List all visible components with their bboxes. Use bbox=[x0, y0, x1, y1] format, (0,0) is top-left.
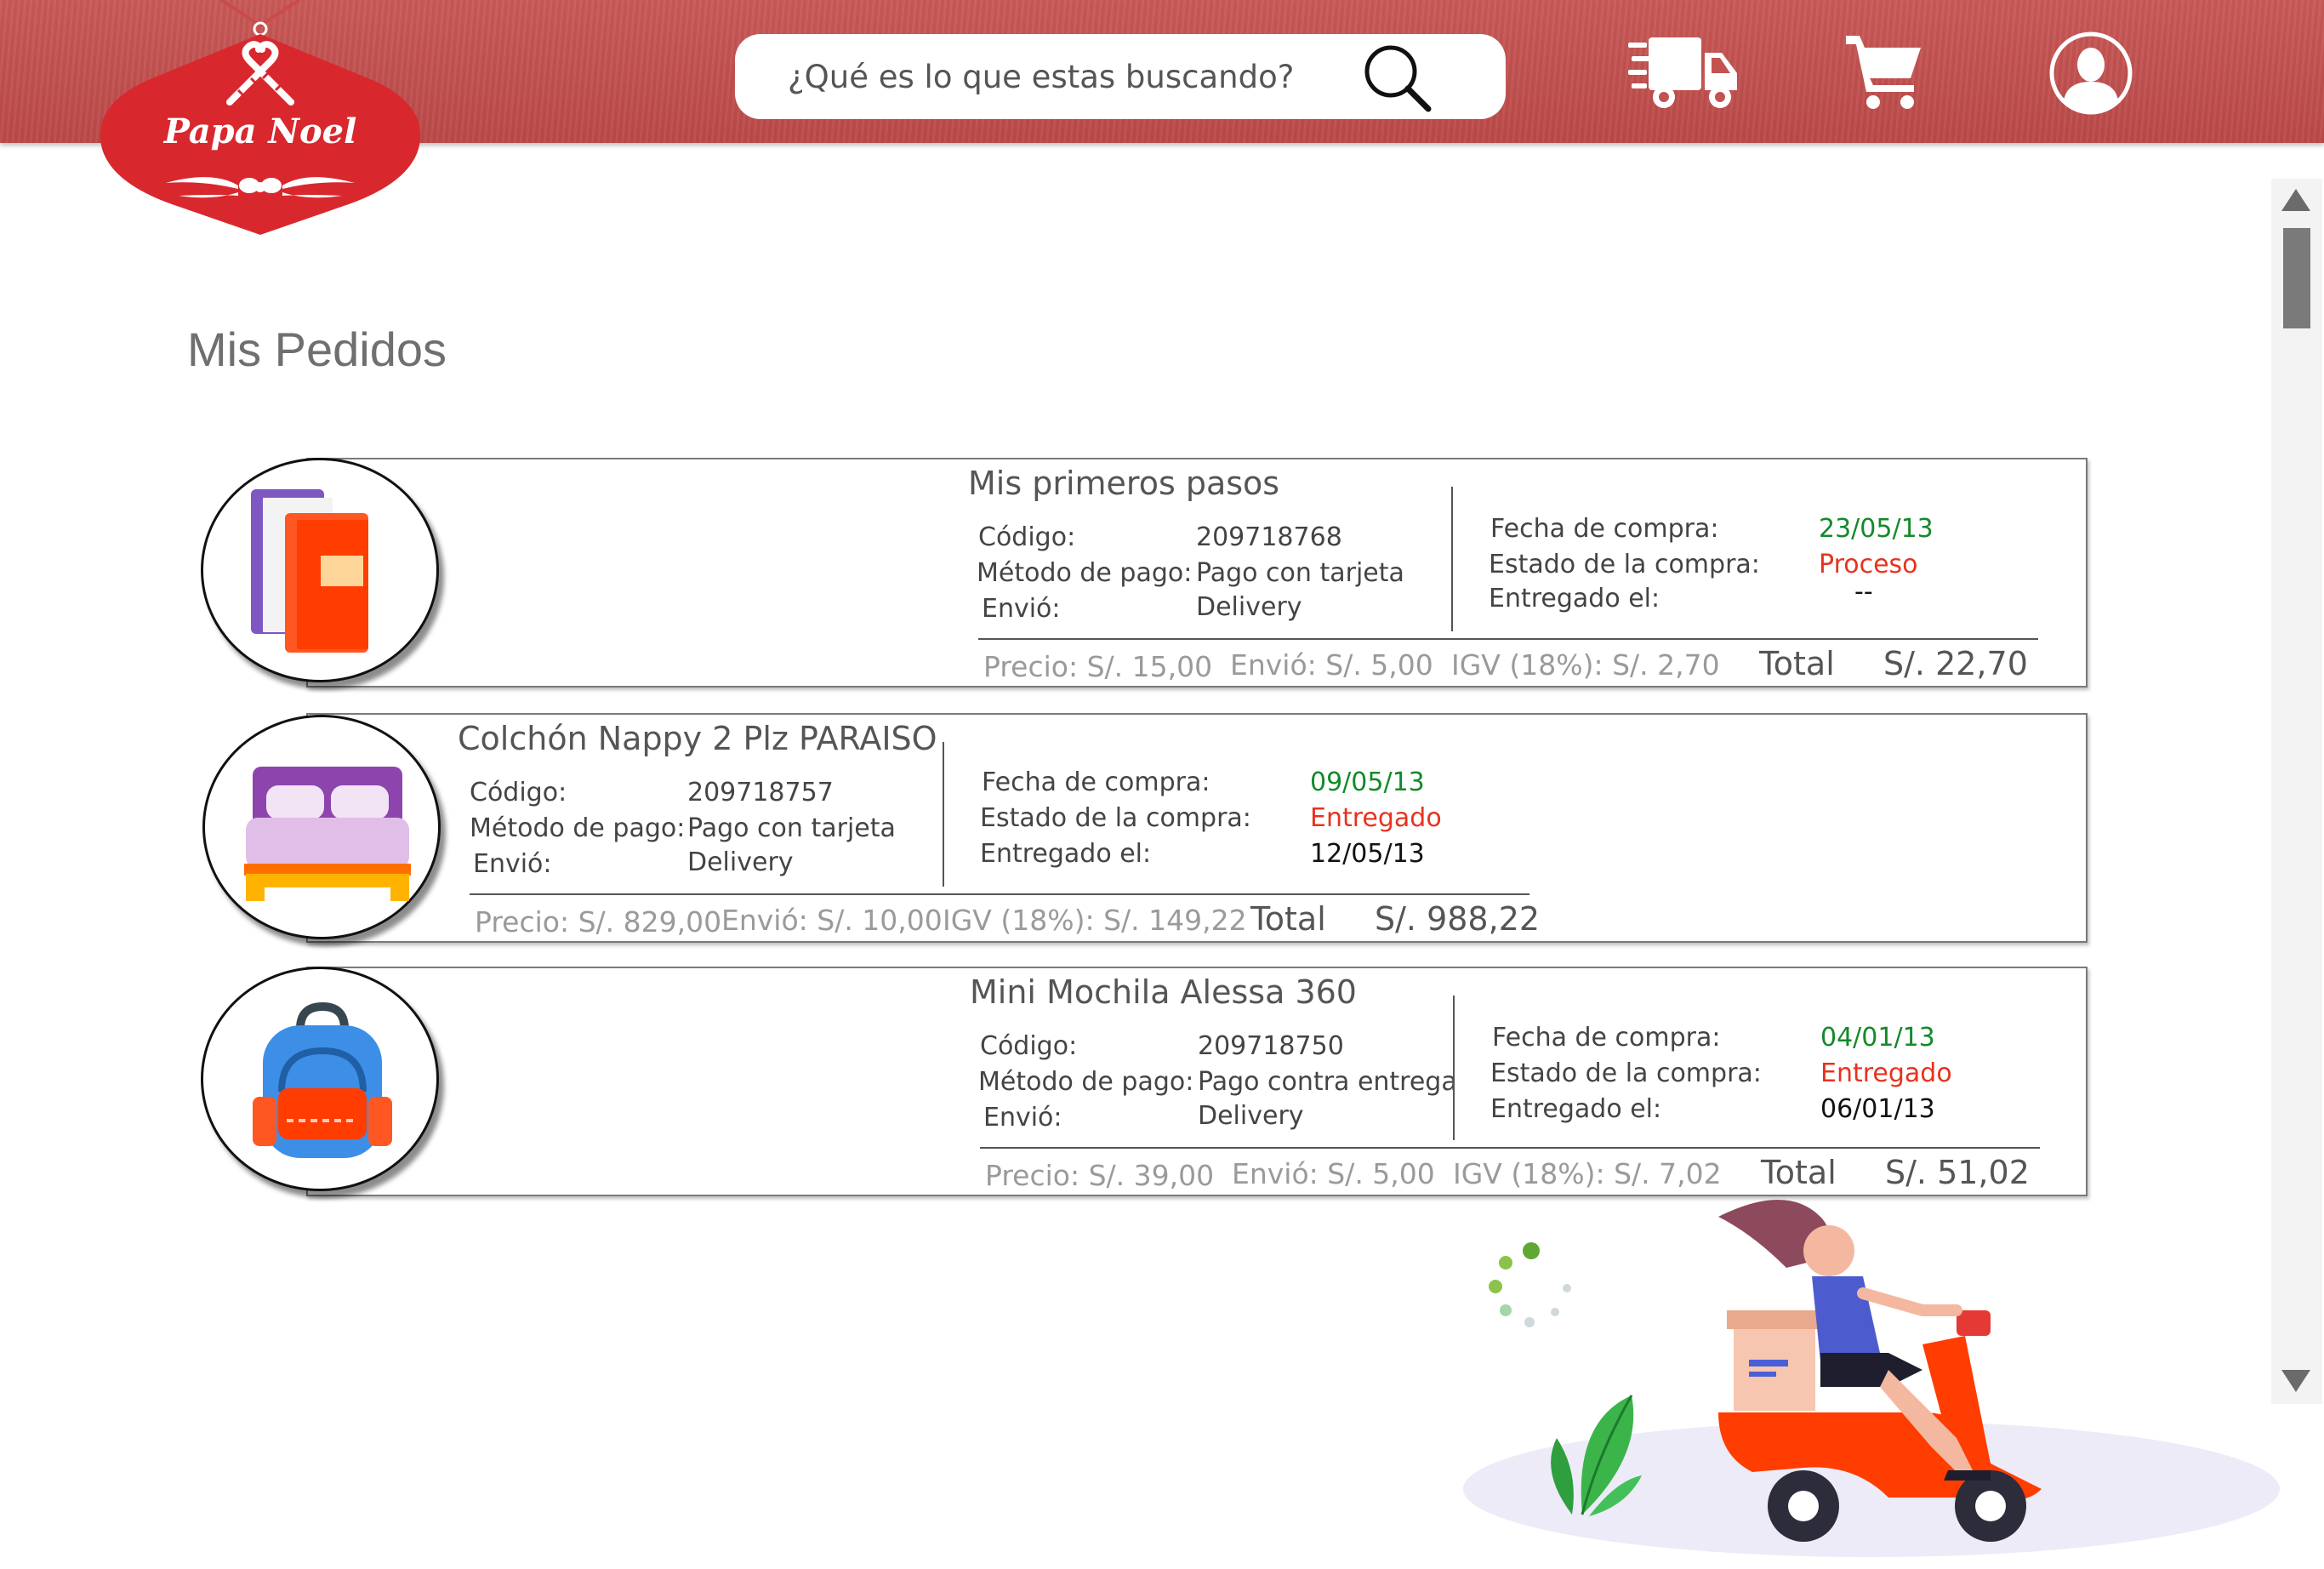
bed-icon bbox=[244, 767, 411, 901]
purchase-date-label: Fecha de compra: bbox=[1492, 1023, 1721, 1053]
code-value: 209718768 bbox=[1196, 522, 1342, 552]
status-value: Entregado bbox=[1820, 1058, 1952, 1088]
shipping-label: Envió: bbox=[982, 594, 1061, 624]
divider bbox=[1453, 996, 1455, 1140]
code-label: Código: bbox=[470, 778, 567, 807]
divider bbox=[943, 742, 944, 887]
order-card[interactable]: Mini Mochila Alessa 360 Código: 20971875… bbox=[306, 967, 2088, 1196]
scroll-up-arrow-icon[interactable] bbox=[2281, 189, 2310, 211]
price: Precio: S/. 829,00 bbox=[475, 905, 722, 939]
product-thumbnail[interactable] bbox=[201, 967, 439, 1191]
shipping-cost: Envió: S/. 5,00 bbox=[1230, 648, 1433, 682]
payment-label: Método de pago: bbox=[977, 558, 1193, 588]
shipping-value: Delivery bbox=[1198, 1101, 1304, 1131]
shopping-cart-icon[interactable] bbox=[1844, 29, 1926, 114]
product-name[interactable]: Colchón Nappy 2 Plz PARAISO bbox=[458, 720, 937, 757]
backpack-icon bbox=[253, 1001, 392, 1158]
shipping-cost: Envió: S/. 10,00 bbox=[721, 904, 943, 937]
delivered-label: Entregado el: bbox=[1490, 1094, 1662, 1124]
code-value: 209718750 bbox=[1198, 1031, 1344, 1061]
brand-name: Papa Noel bbox=[163, 111, 357, 151]
divider bbox=[980, 1147, 2040, 1149]
purchase-date-value: 04/01/13 bbox=[1820, 1023, 1935, 1053]
search-bar[interactable] bbox=[735, 34, 1506, 119]
status-label: Estado de la compra: bbox=[1489, 550, 1760, 579]
loading-spinner-icon bbox=[1489, 1242, 1571, 1327]
divider bbox=[1451, 487, 1453, 631]
shipping-label: Envió: bbox=[473, 849, 552, 879]
divider bbox=[470, 893, 1529, 895]
delivery-scooter-illustration bbox=[1446, 1183, 2280, 1566]
delivered-value: 06/01/13 bbox=[1820, 1094, 1935, 1124]
igv: IGV (18%): S/. 149,22 bbox=[943, 904, 1247, 937]
payment-value: Pago con tarjeta bbox=[1196, 558, 1404, 588]
status-value: Proceso bbox=[1819, 550, 1918, 579]
purchase-date-value: 09/05/13 bbox=[1310, 767, 1425, 797]
payment-label: Método de pago: bbox=[470, 813, 686, 843]
product-thumbnail[interactable] bbox=[202, 715, 441, 939]
page-title: Mis Pedidos bbox=[187, 322, 447, 376]
igv: IGV (18%): S/. 2,70 bbox=[1451, 648, 1720, 682]
product-name[interactable]: Mini Mochila Alessa 360 bbox=[970, 973, 1357, 1011]
status-value: Entregado bbox=[1310, 803, 1442, 833]
total-value: S/. 988,22 bbox=[1375, 900, 1541, 938]
product-thumbnail[interactable] bbox=[201, 458, 439, 682]
papa-noel-logo[interactable]: Papa Noel bbox=[94, 0, 427, 238]
code-label: Código: bbox=[980, 1031, 1078, 1061]
shipping-value: Delivery bbox=[687, 847, 794, 877]
purchase-date-value: 23/05/13 bbox=[1819, 514, 1934, 544]
code-value: 209718757 bbox=[687, 778, 834, 807]
delivered-value: -- bbox=[1854, 577, 1873, 607]
total-label: Total bbox=[1759, 645, 1835, 682]
purchase-date-label: Fecha de compra: bbox=[982, 767, 1210, 797]
shipping-cost: Envió: S/. 5,00 bbox=[1232, 1157, 1435, 1190]
price: Precio: S/. 15,00 bbox=[983, 650, 1213, 683]
delivered-label: Entregado el: bbox=[980, 839, 1152, 869]
books-icon bbox=[251, 489, 368, 653]
payment-label: Método de pago: bbox=[978, 1067, 1194, 1097]
total-label: Total bbox=[1250, 900, 1326, 938]
price: Precio: S/. 39,00 bbox=[985, 1159, 1215, 1192]
payment-value: Pago con tarjeta bbox=[687, 813, 896, 843]
delivered-label: Entregado el: bbox=[1489, 584, 1660, 613]
order-card[interactable]: Mis primeros pasos Código: 209718768 Mét… bbox=[306, 458, 2088, 688]
user-account-icon[interactable] bbox=[2048, 31, 2133, 119]
search-icon[interactable] bbox=[1360, 41, 1433, 114]
payment-value: Pago contra entrega bbox=[1198, 1067, 1457, 1097]
delivered-value: 12/05/13 bbox=[1310, 839, 1425, 869]
search-input[interactable] bbox=[786, 57, 1334, 96]
scroll-thumb[interactable] bbox=[2283, 228, 2310, 328]
purchase-date-label: Fecha de compra: bbox=[1490, 514, 1719, 544]
order-card[interactable]: Colchón Nappy 2 Plz PARAISO Código: 2097… bbox=[306, 713, 2088, 943]
scroll-down-arrow-icon[interactable] bbox=[2281, 1370, 2310, 1392]
status-label: Estado de la compra: bbox=[1490, 1058, 1762, 1088]
shipping-label: Envió: bbox=[983, 1103, 1062, 1133]
delivery-truck-icon[interactable] bbox=[1626, 31, 1739, 116]
divider bbox=[978, 638, 2038, 640]
code-label: Código: bbox=[978, 522, 1076, 552]
shipping-value: Delivery bbox=[1196, 592, 1302, 622]
product-name[interactable]: Mis primeros pasos bbox=[968, 465, 1279, 502]
total-value: S/. 22,70 bbox=[1883, 645, 2028, 682]
status-label: Estado de la compra: bbox=[980, 803, 1251, 833]
